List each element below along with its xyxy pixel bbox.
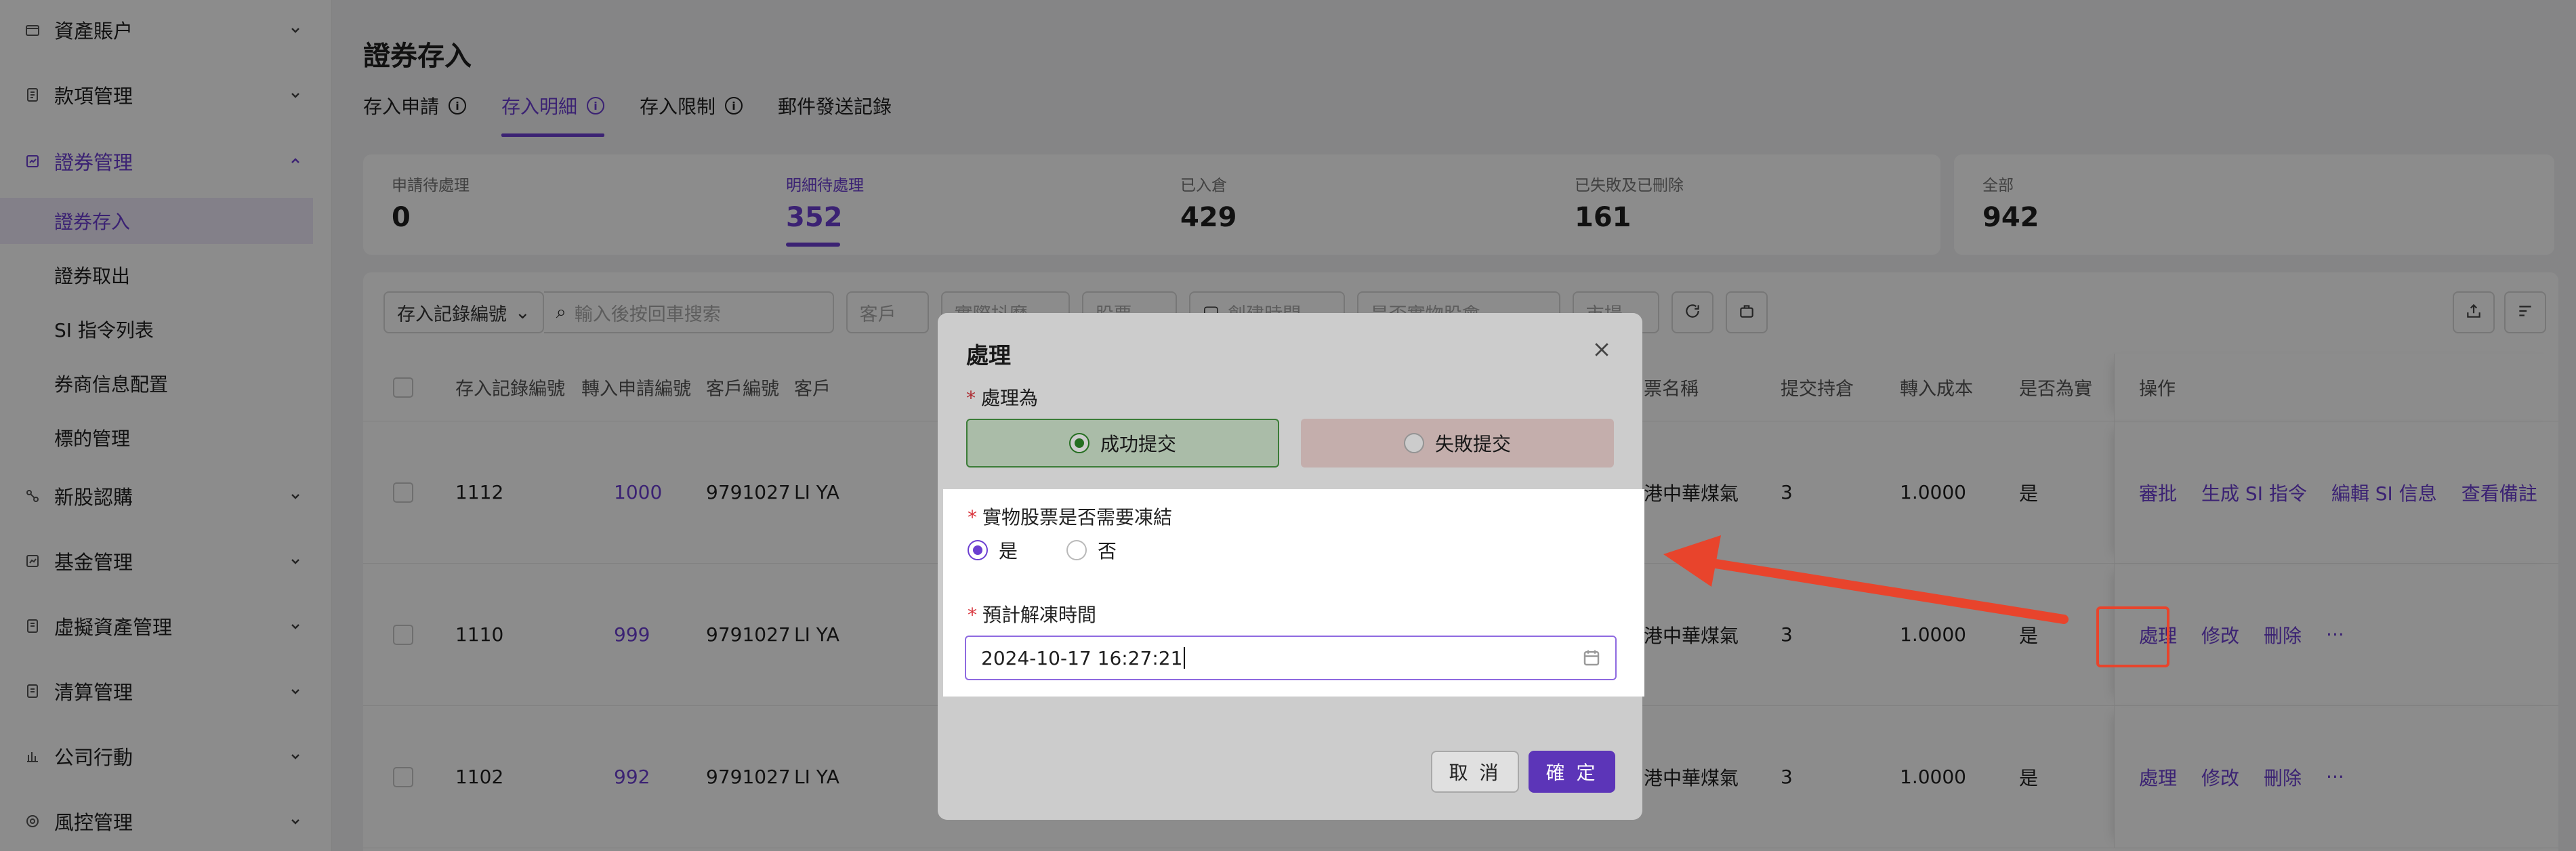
required-mark: * bbox=[968, 604, 977, 626]
calendar-icon[interactable] bbox=[1581, 648, 1602, 673]
yes-label: 是 bbox=[999, 540, 1018, 562]
required-mark: * bbox=[968, 506, 977, 528]
freeze-section: * 實物股票是否需要凍結 是 否 * 預計解凍時間 2024-10-17 16:27… bbox=[943, 489, 1644, 697]
freeze-radio-group: 是 否 bbox=[968, 537, 1117, 564]
confirm-button[interactable]: 確 定 bbox=[1529, 751, 1615, 793]
annotation-highlight-box bbox=[2096, 606, 2169, 667]
freeze-no-radio[interactable] bbox=[1066, 540, 1087, 560]
unfreeze-time-label: * 預計解凍時間 bbox=[968, 600, 1096, 627]
no-label: 否 bbox=[1098, 540, 1117, 562]
label-text: 預計解凍時間 bbox=[982, 604, 1097, 626]
freeze-label: * 實物股票是否需要凍結 bbox=[968, 503, 1172, 530]
freeze-yes-radio[interactable] bbox=[968, 540, 988, 560]
date-value: 2024-10-17 16:27:21 bbox=[981, 646, 1183, 669]
text-caret bbox=[1184, 647, 1186, 669]
cancel-button[interactable]: 取 消 bbox=[1431, 751, 1519, 793]
label-text: 實物股票是否需要凍結 bbox=[982, 506, 1173, 528]
unfreeze-time-input[interactable]: 2024-10-17 16:27:21 bbox=[965, 636, 1617, 680]
